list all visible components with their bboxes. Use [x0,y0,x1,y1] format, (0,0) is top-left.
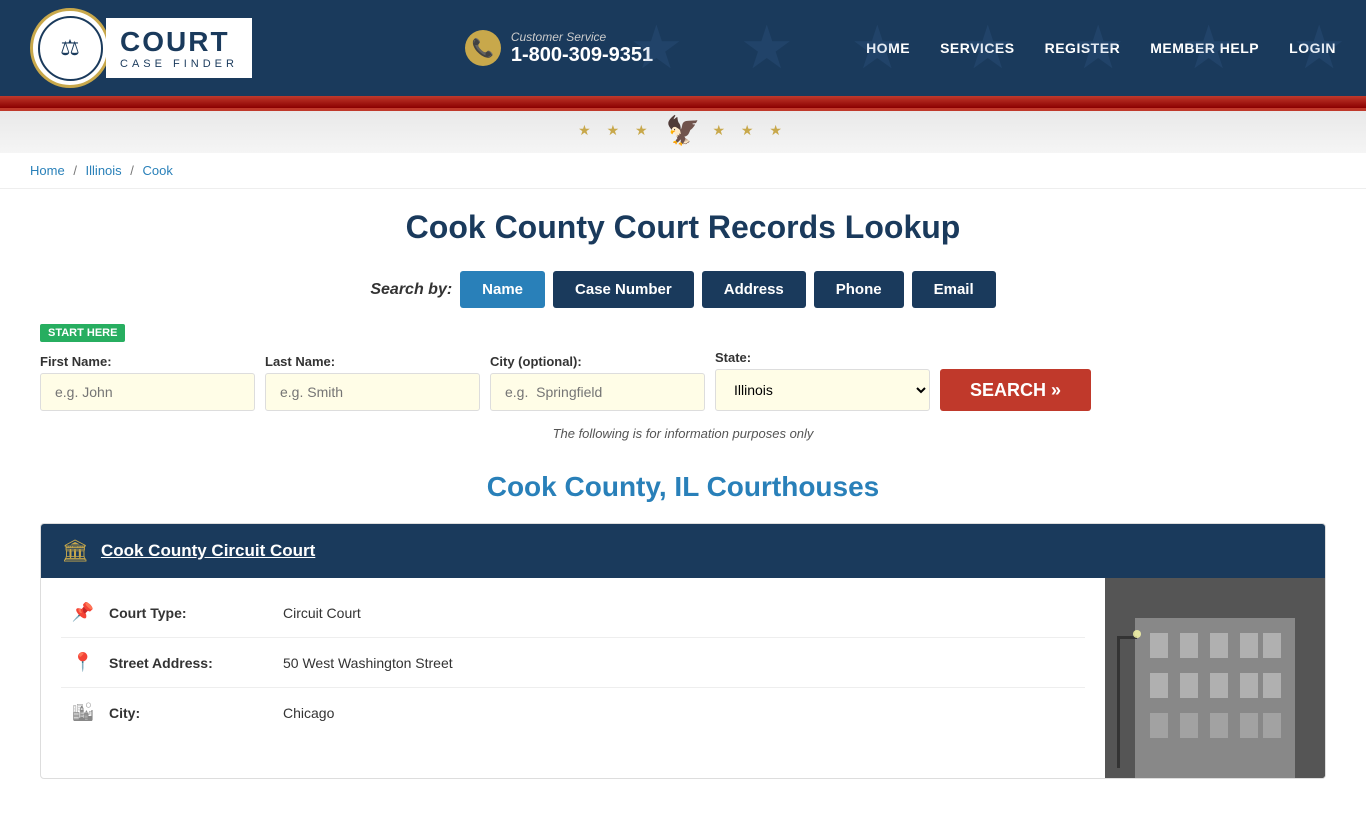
last-name-group: Last Name: [265,354,480,411]
court-building-image [1105,578,1325,778]
logo-case-finder-label: CASE FINDER [120,58,238,70]
nav-login[interactable]: LOGIN [1289,40,1336,56]
state-select[interactable]: Illinois Alabama Alaska Arizona Arkansas… [715,369,930,411]
cs-text: Customer Service 1-800-309-9351 [511,30,653,67]
last-name-label: Last Name: [265,354,480,369]
state-group: State: Illinois Alabama Alaska Arizona A… [715,350,930,411]
tab-address[interactable]: Address [702,271,806,308]
courthouses-title: Cook County, IL Courthouses [40,471,1326,503]
court-card-cook-county: 🏛 Cook County Circuit Court 📌 Court Type… [40,523,1326,779]
search-form: First Name: Last Name: City (optional): … [40,350,1326,411]
nav-home[interactable]: HOME [866,40,910,56]
courthouse-icon: 🏛 [61,538,89,564]
phone-icon: 📞 [465,30,501,66]
info-text: The following is for information purpose… [40,426,1326,441]
main-nav: HOME SERVICES REGISTER MEMBER HELP LOGIN [866,40,1336,56]
search-button[interactable]: SEARCH » [940,369,1091,411]
tab-case-number[interactable]: Case Number [553,271,694,308]
street-address-row: 📍 Street Address: 50 West Washington Str… [61,638,1085,688]
street-address-label: Street Address: [109,655,269,671]
logo-text: COURT CASE FINDER [106,18,252,78]
main-content: Cook County Court Records Lookup Search … [0,189,1366,819]
court-type-label: Court Type: [109,605,269,621]
stars-left: ★ ★ ★ [578,122,653,139]
court-name[interactable]: Cook County Circuit Court [101,541,315,561]
search-by-row: Search by: Name Case Number Address Phon… [40,271,1326,308]
city-input[interactable] [490,373,705,411]
tab-phone[interactable]: Phone [814,271,904,308]
tab-email[interactable]: Email [912,271,996,308]
stars-right: ★ ★ ★ [712,122,787,139]
address-icon: 📍 [71,652,95,673]
court-card-header: 🏛 Cook County Circuit Court [41,524,1325,578]
breadcrumb-sep-2: / [130,163,137,178]
court-type-row: 📌 Court Type: Circuit Court [61,588,1085,638]
court-details: 📌 Court Type: Circuit Court 📍 Street Add… [41,578,1105,778]
street-address-value: 50 West Washington Street [283,655,453,671]
city-detail-label: City: [109,705,269,721]
logo-icon: ⚖ [38,16,103,81]
red-banner [0,96,1366,108]
eagle-center: ★ ★ ★ 🦅 ★ ★ ★ [578,114,788,147]
city-row: 🏙 City: Chicago [61,688,1085,737]
court-type-value: Circuit Court [283,605,361,621]
city-detail-value: Chicago [283,705,334,721]
court-type-icon: 📌 [71,602,95,623]
breadcrumb-illinois[interactable]: Illinois [86,163,122,178]
breadcrumb: Home / Illinois / Cook [0,153,1366,189]
city-group: City (optional): [490,354,705,411]
city-label: City (optional): [490,354,705,369]
city-icon: 🏙 [71,702,95,723]
eagle-icon: 🦅 [666,114,701,147]
cs-label: Customer Service [511,30,653,44]
eagle-banner: ★ ★ ★ 🦅 ★ ★ ★ [0,108,1366,153]
nav-member-help[interactable]: MEMBER HELP [1150,40,1259,56]
start-here-label: START HERE [40,324,125,342]
customer-service-area: 📞 Customer Service 1-800-309-9351 [465,30,653,67]
state-label: State: [715,350,930,365]
nav-services[interactable]: SERVICES [940,40,1015,56]
start-here-badge: START HERE [40,323,1326,350]
court-card-body: 📌 Court Type: Circuit Court 📍 Street Add… [41,578,1325,778]
tab-name[interactable]: Name [460,271,545,308]
breadcrumb-sep-1: / [73,163,80,178]
first-name-label: First Name: [40,354,255,369]
last-name-input[interactable] [265,373,480,411]
page-title: Cook County Court Records Lookup [40,209,1326,246]
cs-phone: 1-800-309-9351 [511,44,653,67]
logo-circle: ⚖ [30,8,110,88]
first-name-input[interactable] [40,373,255,411]
search-by-label: Search by: [370,281,452,299]
search-button-label: SEARCH » [970,380,1061,401]
nav-register[interactable]: REGISTER [1045,40,1121,56]
site-header: ★ ★ ★ ★ ★ ★ ★ ⚖ COURT CASE FINDER 📞 Cust… [0,0,1366,96]
logo-area[interactable]: ⚖ COURT CASE FINDER [30,8,252,88]
court-image [1105,578,1325,778]
first-name-group: First Name: [40,354,255,411]
breadcrumb-home[interactable]: Home [30,163,65,178]
breadcrumb-cook[interactable]: Cook [143,163,173,178]
logo-court-label: COURT [120,26,238,58]
